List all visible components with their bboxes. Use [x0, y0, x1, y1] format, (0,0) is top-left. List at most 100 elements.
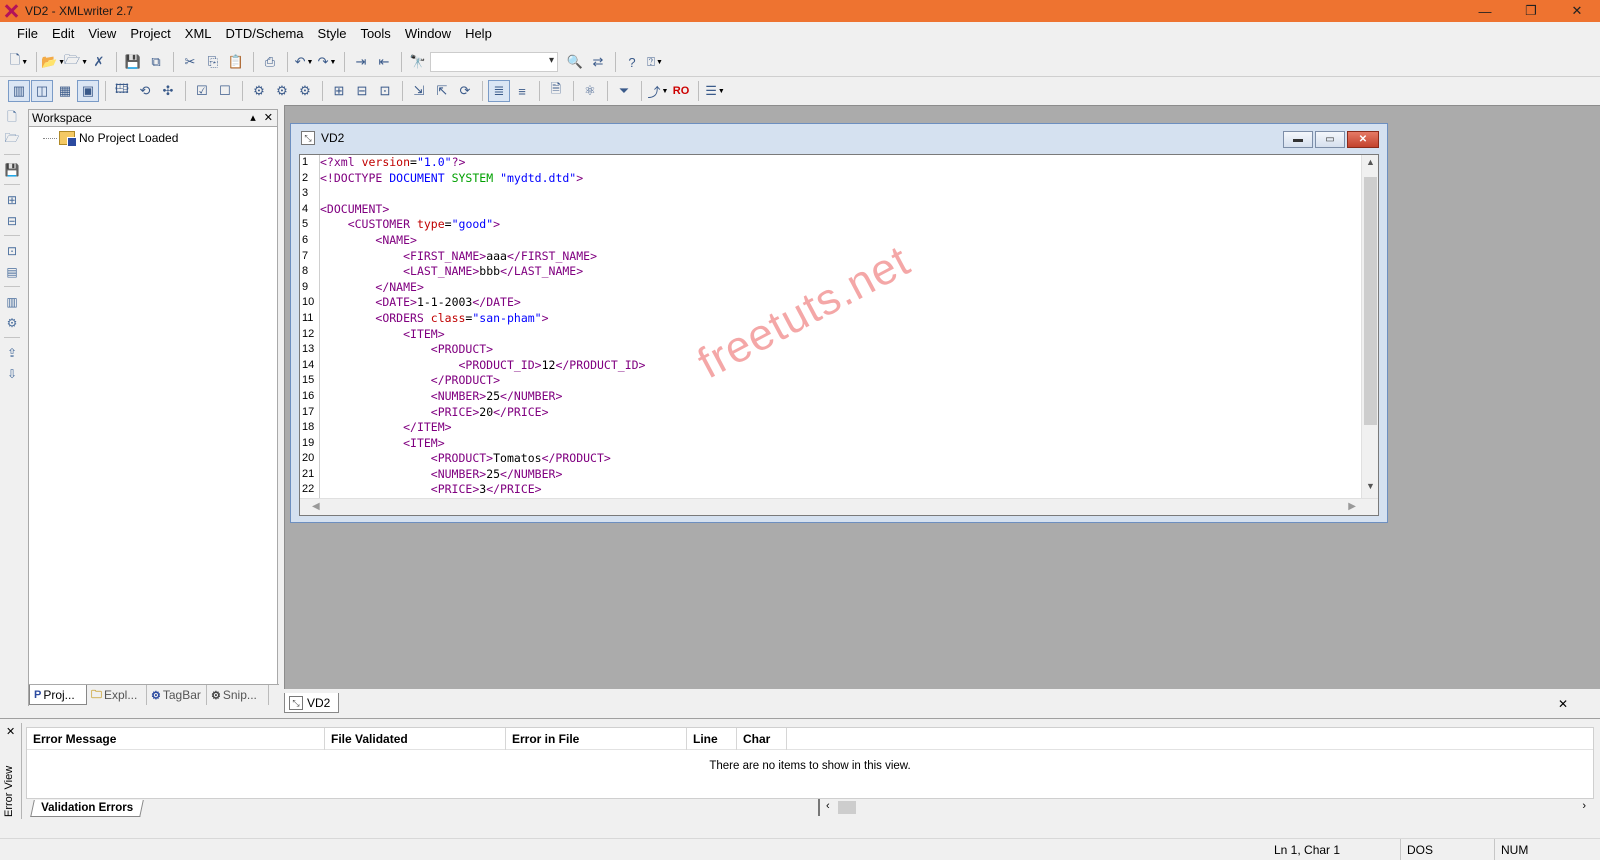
restore-button[interactable]: ❐: [1508, 0, 1554, 22]
close-file-icon[interactable]: ✗: [88, 51, 110, 73]
indent-icon[interactable]: ⇥: [350, 51, 372, 73]
menu-help[interactable]: Help: [458, 22, 499, 46]
filter-icon[interactable]: ⏷: [613, 80, 635, 102]
error-hscrollbar[interactable]: ‹ ›: [818, 799, 1594, 816]
code-line[interactable]: <?xml version="1.0"?>: [320, 155, 1362, 171]
scroll-down-icon[interactable]: ▼: [1362, 481, 1378, 491]
menu-style[interactable]: Style: [311, 22, 354, 46]
browser-view-icon[interactable]: 🖽: [111, 80, 133, 102]
new-project-icon[interactable]: 🗋: [2, 108, 22, 129]
save-project-icon[interactable]: 💾: [2, 159, 22, 180]
scroll-right-icon[interactable]: ›: [1582, 800, 1586, 812]
tab-snippets[interactable]: ⚙ Snip...: [207, 685, 269, 705]
add-child-icon[interactable]: ⇲: [408, 80, 430, 102]
menu-file[interactable]: File: [10, 22, 45, 46]
scroll-left-icon[interactable]: ‹: [826, 800, 830, 812]
code-line[interactable]: <NUMBER>25</NUMBER>: [320, 389, 1362, 405]
document-icon[interactable]: 🗎: [545, 80, 567, 102]
col-char[interactable]: Char: [737, 728, 787, 750]
new-file-icon[interactable]: 🗋 ▼: [8, 51, 30, 73]
cut-icon[interactable]: ✂: [179, 51, 201, 73]
menu-window[interactable]: Window: [398, 22, 458, 46]
scroll-right-icon[interactable]: ▶: [1348, 501, 1356, 512]
transform-icon[interactable]: ⟲: [134, 80, 156, 102]
outdent-icon[interactable]: ⇤: [373, 51, 395, 73]
context-help-icon[interactable]: ?: [621, 51, 643, 73]
code-line[interactable]: <PRODUCT>: [320, 342, 1362, 358]
tab-tagbar[interactable]: ⚙ TagBar: [147, 685, 207, 705]
scroll-left-icon[interactable]: ◀: [312, 501, 320, 512]
doc-close-button[interactable]: ✕: [1347, 131, 1379, 148]
code-line[interactable]: </ITEM>: [320, 420, 1362, 436]
add-sibling-icon[interactable]: ⇱: [431, 80, 453, 102]
remove-file-icon[interactable]: ⊟: [2, 210, 22, 231]
pretty-print-icon[interactable]: ≣: [488, 80, 510, 102]
layout-tree-icon[interactable]: ◫: [31, 80, 53, 102]
find-replace-icon[interactable]: ⇄: [587, 51, 609, 73]
insert-comment-icon[interactable]: ⊡: [374, 80, 396, 102]
tab-document-vd2[interactable]: ⤡ VD2: [284, 693, 340, 713]
vertical-scrollbar[interactable]: ▲ ▼: [1361, 155, 1378, 500]
settings-icon[interactable]: ⚙: [2, 312, 22, 333]
code-line[interactable]: <PRODUCT>Tomatos</PRODUCT>: [320, 451, 1362, 467]
scroll-thumb[interactable]: [1364, 177, 1377, 425]
add-folder-icon[interactable]: ⊡: [2, 240, 22, 261]
code-line[interactable]: </PRODUCT>: [320, 373, 1362, 389]
validate-icon[interactable]: ☑: [191, 80, 213, 102]
tab-validation-errors[interactable]: Validation Errors: [30, 799, 144, 817]
save-all-icon[interactable]: ⧉: [145, 51, 167, 73]
redo-icon[interactable]: ↷ ▼: [316, 51, 338, 73]
wrap-icon[interactable]: ⟳: [454, 80, 476, 102]
find-combo[interactable]: [430, 52, 558, 72]
help-icon[interactable]: ⍰ ▼: [644, 51, 666, 73]
menu-xml[interactable]: XML: [178, 22, 219, 46]
workspace-close-icon[interactable]: ✕: [264, 110, 273, 127]
layout-grid-icon[interactable]: ▦: [54, 80, 76, 102]
code-line[interactable]: <PRODUCT_ID>12</PRODUCT_ID>: [320, 358, 1362, 374]
menu-edit[interactable]: Edit: [45, 22, 81, 46]
find-next-icon[interactable]: 🔍: [564, 51, 586, 73]
copy-icon[interactable]: ⎘: [202, 51, 224, 73]
options-icon[interactable]: ☰ ▼: [704, 80, 726, 102]
open-project-icon[interactable]: 🗁: [2, 129, 22, 150]
schema-icon[interactable]: ⚙: [248, 80, 270, 102]
undo-icon[interactable]: ↶ ▼: [293, 51, 315, 73]
menu-tools[interactable]: Tools: [353, 22, 397, 46]
code-editor[interactable]: 1 2 3 4 5 6 7 8 9 10 11 12 13 14 15 16 17 18 19 20 21 22 <?xm…: [299, 154, 1379, 516]
code-line[interactable]: <!DOCTYPE DOCUMENT SYSTEM "mydtd.dtd">: [320, 171, 1362, 187]
code-line[interactable]: <CUSTOMER type="good">: [320, 217, 1362, 233]
import-icon[interactable]: ⇩: [2, 363, 22, 384]
col-file-validated[interactable]: File Validated: [325, 728, 506, 750]
horizontal-scrollbar[interactable]: ◀ ▶: [300, 498, 1378, 515]
menu-view[interactable]: View: [81, 22, 123, 46]
find-icon[interactable]: 🔭: [407, 51, 429, 73]
layout-split-icon[interactable]: ▥: [8, 80, 30, 102]
open-project-icon[interactable]: 🗁 ▼: [64, 51, 88, 73]
add-file-icon[interactable]: ⊞: [2, 189, 22, 210]
menu-dtd-schema[interactable]: DTD/Schema: [219, 22, 311, 46]
minimize-button[interactable]: —: [1462, 0, 1508, 22]
tab-explorer[interactable]: 🗀 Expl...: [87, 685, 147, 705]
code-line[interactable]: <PRICE>20</PRICE>: [320, 405, 1362, 421]
convert-icon[interactable]: ⚙: [294, 80, 316, 102]
scroll-up-icon[interactable]: ▲: [1362, 157, 1378, 167]
layout-full-icon[interactable]: ▣: [77, 80, 99, 102]
close-error-view-icon[interactable]: ✕: [1558, 697, 1568, 711]
export-icon[interactable]: ⇪: [2, 342, 22, 363]
properties-icon[interactable]: ▤: [2, 261, 22, 282]
col-error-message[interactable]: Error Message: [27, 728, 325, 750]
open-icon[interactable]: 📂 ▼: [41, 51, 65, 73]
paste-icon[interactable]: 📋: [225, 51, 247, 73]
code-line[interactable]: <ITEM>: [320, 327, 1362, 343]
read-only-button[interactable]: RO: [670, 80, 692, 102]
link-icon[interactable]: ⤴ ▼: [647, 80, 669, 102]
workspace-pin-icon[interactable]: ▴: [250, 110, 256, 127]
doc-minimize-button[interactable]: ▬: [1283, 131, 1313, 148]
print-icon[interactable]: ⎙: [259, 51, 281, 73]
code-line[interactable]: <NAME>: [320, 233, 1362, 249]
code-area[interactable]: <?xml version="1.0"?> <!DOCTYPE DOCUMENT …: [320, 155, 1362, 500]
run-icon[interactable]: ⚛: [579, 80, 601, 102]
col-line[interactable]: Line: [687, 728, 737, 750]
save-icon[interactable]: 💾: [122, 51, 144, 73]
doc-maximize-button[interactable]: ▭: [1315, 131, 1345, 148]
